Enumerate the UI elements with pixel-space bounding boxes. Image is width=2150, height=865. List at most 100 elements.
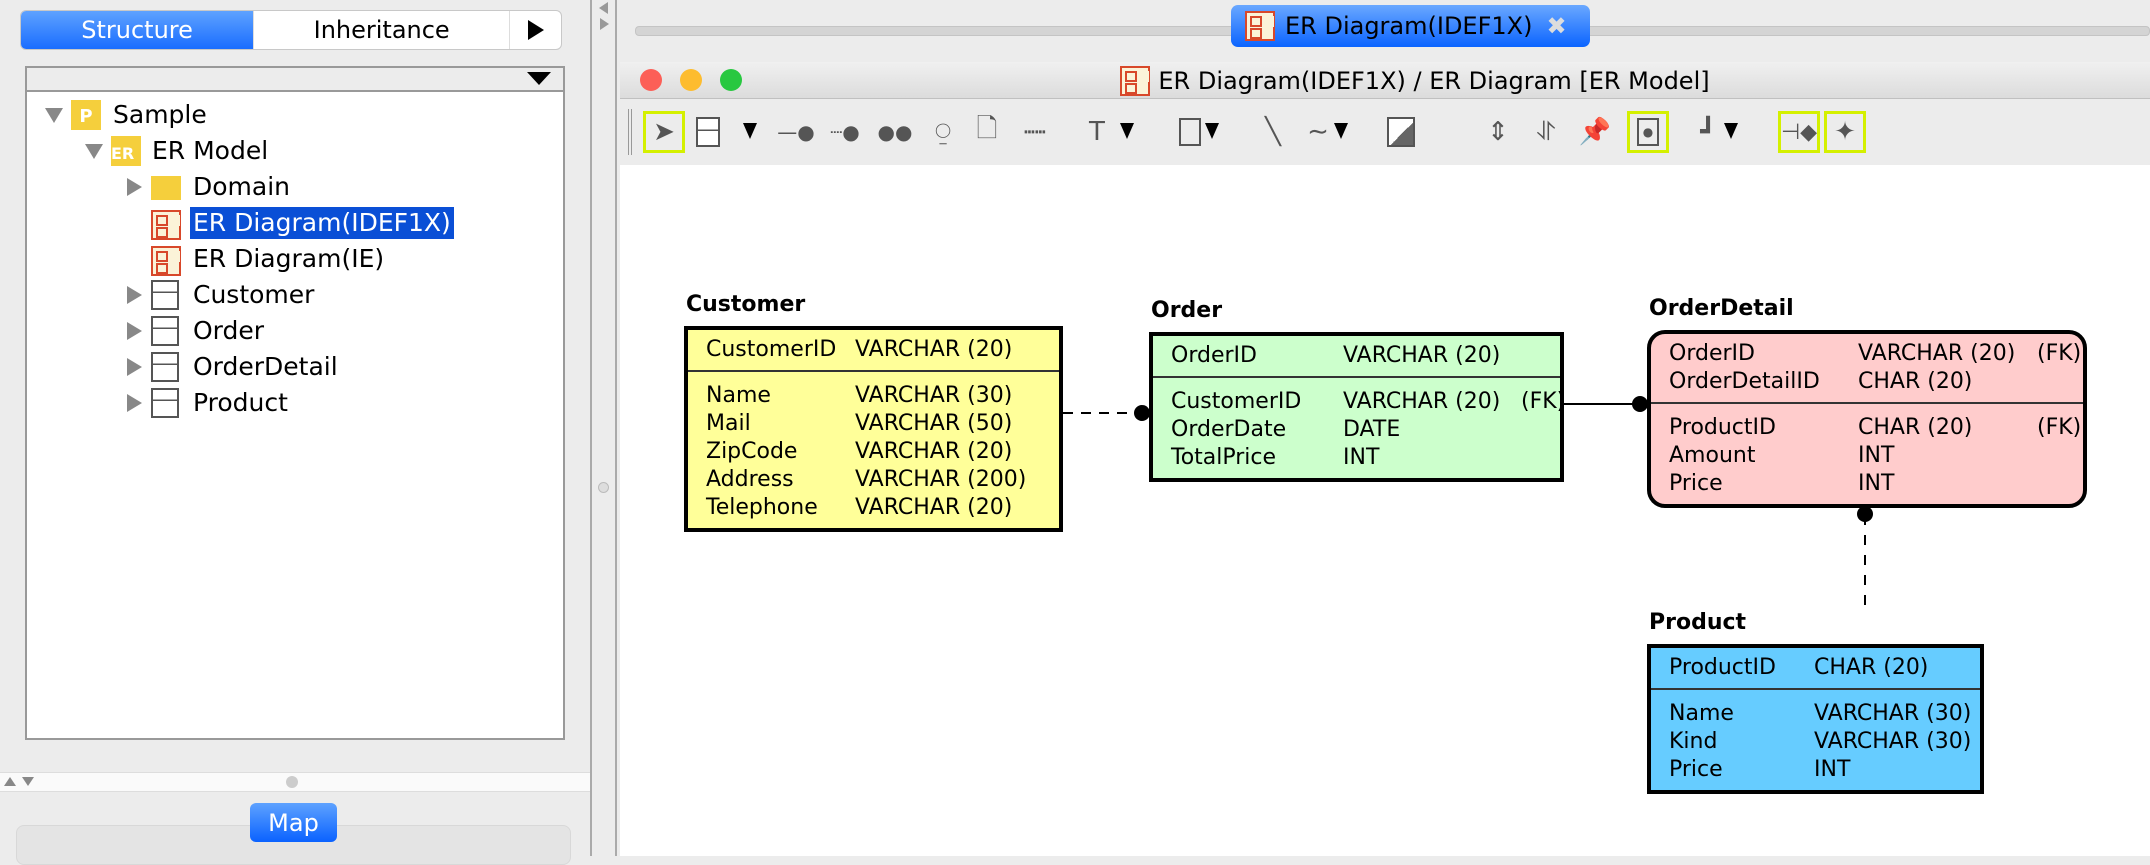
attribute-section: Name VARCHAR (30) Mail VARCHAR (50) ZipCode V… (688, 372, 1059, 528)
entity-attribute[interactable]: Name VARCHAR (30) (706, 382, 1059, 410)
tree-item-product[interactable]: Product (27, 386, 563, 420)
entity-attribute[interactable]: ZipCode VARCHAR (20) (706, 438, 1059, 466)
line-icon: ╲ (1265, 117, 1281, 147)
attribute-type: CHAR (20) (1858, 415, 1973, 440)
attribute-type: VARCHAR (30) (1814, 729, 1972, 754)
identifying-relationship-tool[interactable]: —● (775, 111, 817, 153)
toolbar-grip[interactable] (628, 109, 632, 155)
line-tool[interactable]: ╲ (1252, 111, 1294, 153)
expand-arrow-icon[interactable] (127, 322, 142, 340)
entity-orderdetail[interactable]: OrderID VARCHAR (20) (FK) OrderDetailID CHAR… (1647, 330, 2087, 508)
auto-layout-tool[interactable]: ✦ (1824, 111, 1866, 153)
entity-tool-dropdown[interactable] (743, 123, 757, 139)
entity-attribute[interactable]: Mail VARCHAR (50) (706, 410, 1059, 438)
text-tool[interactable]: T (1076, 111, 1118, 153)
more-tabs-button[interactable] (510, 11, 561, 49)
tree-item-label: Customer (193, 280, 315, 309)
editor-area: ER Diagram(IDEF1X) ✖ ER Diagram(IDEF1X) … (617, 0, 2150, 856)
pin-tool[interactable]: 📌 (1574, 111, 1616, 153)
tab-inheritance[interactable]: Inheritance (254, 11, 511, 49)
tree-item-orderdetail[interactable]: OrderDetail (27, 350, 563, 384)
non-identifying-relationship-tool[interactable]: ┈● (824, 111, 866, 153)
note-anchor-tool[interactable]: ┅┅ (1014, 111, 1056, 153)
shrink-space-tool[interactable]: ⥯ (1525, 111, 1567, 153)
tab-structure[interactable]: Structure (21, 11, 255, 49)
subtype-tool[interactable]: ⍜ (922, 111, 964, 153)
attribute-name: Mail (706, 411, 751, 436)
align-tool[interactable]: ⊣◆ (1778, 111, 1820, 153)
expand-arrow-icon[interactable] (127, 178, 142, 196)
tree-item-domain[interactable]: Domain (27, 170, 563, 204)
tree-item-sample[interactable]: P Sample (27, 98, 563, 132)
rectangle-tool-dropdown[interactable] (1205, 123, 1219, 139)
entity-attribute[interactable]: TotalPrice INT (1171, 444, 1560, 472)
tab-er-diagram-idef1x[interactable]: ER Diagram(IDEF1X) ✖ (1231, 5, 1590, 47)
relationship-end-dot (1857, 506, 1873, 522)
many-to-many-relationship-tool[interactable]: ●● (874, 111, 916, 153)
entity-tool[interactable] (687, 111, 729, 153)
align-icon: ⊣◆ (1780, 119, 1818, 145)
attribute-type: INT (1858, 471, 1895, 496)
line-style-dropdown[interactable] (1724, 123, 1738, 139)
entity-attribute[interactable]: Price INT (1669, 756, 1980, 784)
text-tool-dropdown[interactable] (1120, 123, 1134, 139)
shrink-vertical-icon: ⥯ (1536, 116, 1556, 147)
entity-order[interactable]: OrderID VARCHAR (20) CustomerID VARCHAR (20… (1149, 332, 1565, 482)
entity-attribute[interactable]: OrderID VARCHAR (20) (1171, 342, 1560, 370)
panel-splitter[interactable] (0, 772, 590, 792)
panel-tabs: Structure Inheritance (20, 10, 562, 50)
model-tree[interactable]: P Sample ER ER Model Domain ER Diagram(IDEF1X… (25, 66, 565, 740)
expand-arrow-icon[interactable] (127, 286, 142, 304)
splitter-handle[interactable] (286, 776, 298, 788)
entity-attribute[interactable]: Address VARCHAR (200) (706, 466, 1059, 494)
collapse-arrow-icon[interactable] (85, 144, 103, 159)
expand-arrow-icon[interactable] (127, 358, 142, 376)
entity-product[interactable]: ProductID CHAR (20) Name VARCHAR (30) Kind VA… (1647, 644, 1984, 794)
note-tool[interactable]: 🗋 (966, 111, 1008, 153)
line-style-tool[interactable]: ┛ (1687, 111, 1729, 153)
attribute-type: VARCHAR (30) (855, 383, 1013, 408)
entity-attribute[interactable]: Name VARCHAR (30) (1669, 700, 1980, 728)
tree-item-er-model[interactable]: ER ER Model (27, 134, 563, 168)
freehand-tool[interactable]: ∼ (1297, 111, 1339, 153)
relationship-end-dot (1134, 405, 1150, 421)
tree-item-customer[interactable]: Customer (27, 278, 563, 312)
expand-right-icon[interactable] (600, 18, 609, 30)
close-tab-icon[interactable]: ✖ (1546, 12, 1566, 40)
image-tool[interactable] (1380, 111, 1422, 153)
entity-attribute[interactable]: ProductID CHAR (20) (FK) (1669, 414, 2083, 442)
entity-customer[interactable]: CustomerID VARCHAR (20) Name VARCHAR (30) Ma… (684, 326, 1063, 532)
expand-arrow-icon[interactable] (127, 394, 142, 412)
fit-tool[interactable]: ● (1627, 111, 1669, 153)
expand-space-tool[interactable]: ⇕ (1477, 111, 1519, 153)
diagram-canvas[interactable]: Customer CustomerID VARCHAR (20) Name VARCHA… (620, 165, 2150, 856)
entity-attribute[interactable]: CustomerID VARCHAR (20) (FK) (1171, 388, 1565, 416)
freehand-tool-dropdown[interactable] (1334, 123, 1348, 139)
entity-attribute[interactable]: CustomerID VARCHAR (20) (706, 336, 1059, 364)
attribute-name: Price (1669, 757, 1723, 782)
entity-attribute[interactable]: OrderID VARCHAR (20) (FK) (1669, 340, 2083, 368)
map-button[interactable]: Map (250, 803, 337, 842)
attribute-name: CustomerID (1171, 389, 1302, 414)
entity-attribute[interactable]: OrderDetailID CHAR (20) (1669, 368, 2083, 396)
arrow-up-icon[interactable] (4, 777, 16, 786)
tree-item-label: Order (193, 316, 265, 345)
entity-attribute[interactable]: Kind VARCHAR (30) (1669, 728, 1980, 756)
entity-attribute[interactable]: ProductID CHAR (20) (1669, 654, 1980, 682)
divider-handle[interactable] (598, 482, 609, 493)
split-divider[interactable] (590, 0, 617, 856)
arrow-down-icon[interactable] (22, 777, 34, 786)
entity-attribute[interactable]: Price INT (1669, 470, 2083, 498)
entity-attribute[interactable]: Telephone VARCHAR (20) (706, 494, 1059, 522)
entity-attribute[interactable]: Amount INT (1669, 442, 2083, 470)
collapse-left-icon[interactable] (599, 2, 608, 14)
dropdown-icon[interactable] (527, 72, 551, 85)
collapse-arrow-icon[interactable] (45, 108, 63, 123)
tree-item-er-diagram-idef1x-[interactable]: ER Diagram(IDEF1X) (27, 206, 563, 240)
curve-icon: ∼ (1307, 117, 1329, 147)
tree-item-order[interactable]: Order (27, 314, 563, 348)
tree-item-er-diagram-ie-[interactable]: ER Diagram(IE) (27, 242, 563, 276)
identifying-relationship-icon: —● (777, 120, 815, 144)
select-tool[interactable]: ➤ (643, 111, 685, 153)
entity-attribute[interactable]: OrderDate DATE (1171, 416, 1560, 444)
